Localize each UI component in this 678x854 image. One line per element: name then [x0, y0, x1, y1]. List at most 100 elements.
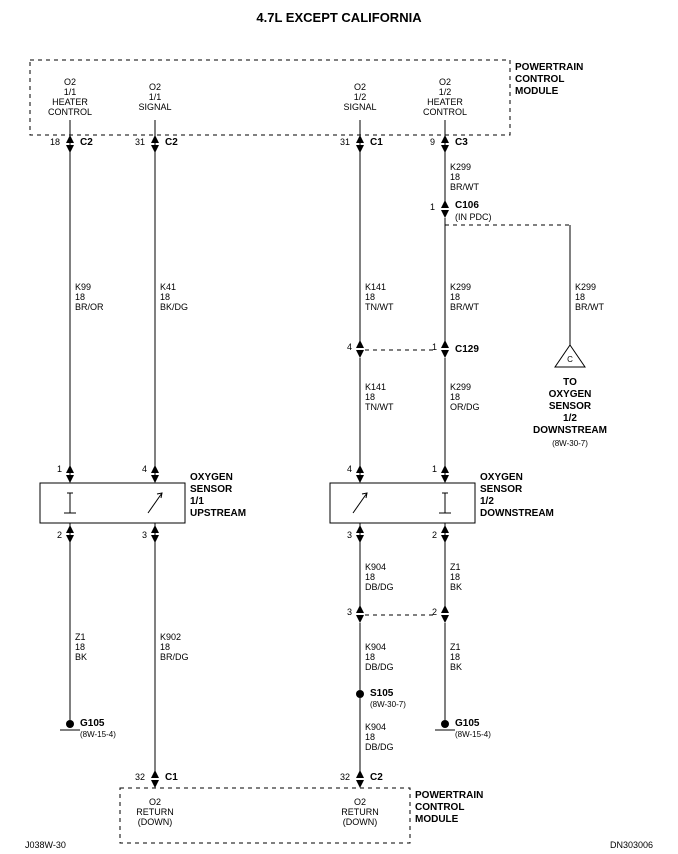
svg-text:1: 1	[432, 342, 437, 352]
conn-col3: 31 C1	[340, 135, 383, 153]
wire-col4e-gauge: 18	[450, 652, 460, 662]
svg-text:C2: C2	[165, 137, 178, 148]
pin-col3-top: 4	[347, 464, 352, 474]
svg-text:SIGNAL: SIGNAL	[343, 102, 376, 112]
sensor-left-box	[40, 483, 185, 523]
wire-col5-gauge: 18	[575, 292, 585, 302]
svg-text:(IN PDC): (IN PDC)	[455, 212, 492, 222]
pin-col2-bot: 3	[142, 530, 147, 540]
arrow-col5-ref: (8W-30-7)	[552, 439, 588, 448]
pin-col1-top: 1	[57, 464, 62, 474]
svg-text:SENSOR: SENSOR	[480, 484, 523, 495]
pin-col3-bot: 3	[347, 530, 352, 540]
ground-right-id: G105	[455, 718, 480, 729]
wire-col4a-color: BR/WT	[450, 182, 479, 192]
svg-text:C3: C3	[455, 137, 468, 148]
wire-col1-color: BR/OR	[75, 302, 104, 312]
svg-text:CONTROL: CONTROL	[423, 107, 467, 117]
svg-text:1/2: 1/2	[354, 92, 367, 102]
pin-col4-top: 1	[432, 464, 437, 474]
svg-text:SIGNAL: SIGNAL	[138, 102, 171, 112]
wire-col1b-color: BK	[75, 652, 87, 662]
pin-col1-bot: 2	[57, 530, 62, 540]
svg-text:1/2: 1/2	[439, 87, 452, 97]
wire-col2-color: BK/DG	[160, 302, 188, 312]
svg-text:1/2: 1/2	[480, 496, 494, 507]
svg-text:2: 2	[432, 607, 437, 617]
pcm-bot-label-2: CONTROL	[415, 802, 464, 813]
pcm-top-label-1: POWERTRAIN	[515, 62, 583, 73]
pin-col2-top: 4	[142, 464, 147, 474]
wire-col3d-id: K904	[365, 642, 386, 652]
arrow-col5-label: TO OXYGEN SENSOR 1/2 DOWNSTREAM	[533, 377, 607, 436]
pcm-func-col3: O2 1/2 SIGNAL	[343, 82, 376, 112]
svg-text:9: 9	[430, 137, 435, 147]
svg-text:C2: C2	[370, 772, 383, 783]
wire-col1b-gauge: 18	[75, 642, 85, 652]
pcm-func-col2: O2 1/1 SIGNAL	[138, 82, 171, 112]
wire-col4b-id: K299	[450, 282, 471, 292]
svg-text:RETURN: RETURN	[341, 807, 379, 817]
svg-text:1/1: 1/1	[64, 87, 77, 97]
ground-right-dot	[441, 720, 449, 728]
wire-col2b-color: BR/DG	[160, 652, 189, 662]
wire-col3-gauge: 18	[365, 292, 375, 302]
pcm-bot-label-1: POWERTRAIN	[415, 790, 483, 801]
wire-col1b-id: Z1	[75, 632, 86, 642]
wire-col4a-gauge: 18	[450, 172, 460, 182]
wire-col3-id: K141	[365, 282, 386, 292]
splice-s105: S105	[370, 688, 394, 699]
wire-col4e-id: Z1	[450, 642, 461, 652]
wire-col3e-color: DB/DG	[365, 742, 394, 752]
svg-text:O2: O2	[64, 77, 76, 87]
wire-col4a-id: K299	[450, 162, 471, 172]
svg-text:O2: O2	[149, 797, 161, 807]
svg-text:C1: C1	[165, 772, 178, 783]
svg-text:DOWNSTREAM: DOWNSTREAM	[533, 425, 607, 436]
svg-text:OXYGEN: OXYGEN	[480, 472, 523, 483]
wire-col3e-gauge: 18	[365, 732, 375, 742]
wire-col3c-gauge: 18	[365, 572, 375, 582]
svg-text:DOWNSTREAM: DOWNSTREAM	[480, 508, 554, 519]
conn-c129: 4 1 C129	[347, 340, 479, 358]
svg-text:18: 18	[50, 137, 60, 147]
svg-text:C2: C2	[80, 137, 93, 148]
wire-col3-color: TN/WT	[365, 302, 394, 312]
svg-text:C1: C1	[370, 137, 383, 148]
pcm-bot-label-3: MODULE	[415, 814, 459, 825]
conn-col1: 18 C2	[50, 135, 93, 153]
svg-text:1/2: 1/2	[563, 413, 577, 424]
wire-col1-id: K99	[75, 282, 91, 292]
svg-text:O2: O2	[354, 82, 366, 92]
wire-col3d-color: DB/DG	[365, 662, 394, 672]
wire-col2b-id: K902	[160, 632, 181, 642]
splice-s105-ref: (8W-30-7)	[370, 700, 406, 709]
conn-col2: 31 C2	[135, 135, 178, 153]
wire-col4c-color: OR/DG	[450, 402, 480, 412]
ground-left-dot	[66, 720, 74, 728]
wire-col1-gauge: 18	[75, 292, 85, 302]
wire-col3c-color: DB/DG	[365, 582, 394, 592]
wire-col3d-gauge: 18	[365, 652, 375, 662]
pcm-bot-func-col2: O2 RETURN (DOWN)	[136, 797, 174, 827]
svg-text:UPSTREAM: UPSTREAM	[190, 508, 246, 519]
footer-right: DN303006	[610, 840, 653, 850]
svg-text:HEATER: HEATER	[427, 97, 463, 107]
wire-col2b-gauge: 18	[160, 642, 170, 652]
wire-col3b-color: TN/WT	[365, 402, 394, 412]
svg-text:CONTROL: CONTROL	[48, 107, 92, 117]
svg-text:32: 32	[135, 772, 145, 782]
svg-text:O2: O2	[354, 797, 366, 807]
svg-text:HEATER: HEATER	[52, 97, 88, 107]
svg-text:1: 1	[430, 202, 435, 212]
pin-col4-bot: 2	[432, 530, 437, 540]
svg-text:RETURN: RETURN	[136, 807, 174, 817]
pcm-func-col1: O2 1/1 HEATER CONTROL	[48, 77, 92, 117]
conn-bot-col3: 32 C2	[340, 770, 383, 788]
wire-col4e-color: BK	[450, 662, 462, 672]
pcm-func-col4: O2 1/2 HEATER CONTROL	[423, 77, 467, 117]
pcm-bot-func-col3: O2 RETURN (DOWN)	[341, 797, 379, 827]
sensor-left-label: OXYGEN SENSOR 1/1 UPSTREAM	[190, 472, 246, 519]
svg-text:SENSOR: SENSOR	[549, 401, 592, 412]
svg-text:C129: C129	[455, 344, 479, 355]
